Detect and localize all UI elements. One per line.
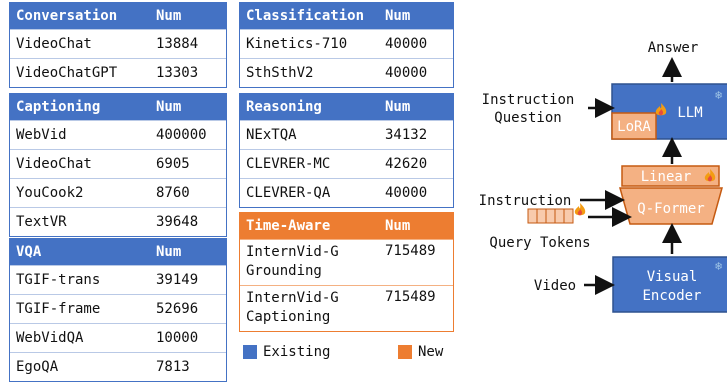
instruction-label: Instruction <box>479 193 572 209</box>
query-tokens-strip <box>527 208 574 224</box>
instruction-question-label-1: Instruction <box>482 92 575 108</box>
answer-label: Answer <box>648 40 699 56</box>
qformer-label: Q-Former <box>637 201 704 217</box>
video-label: Video <box>534 278 576 294</box>
lora-label: LoRA <box>617 119 651 135</box>
llm-label: LLM <box>677 105 702 121</box>
fire-icon <box>574 203 586 216</box>
architecture-diagram: Answer LLM ❄ LoRA Instruction Question L… <box>479 40 727 313</box>
snowflake-icon: ❄ <box>715 259 722 273</box>
visual-encoder-label-1: Visual <box>647 269 698 285</box>
snowflake-icon: ❄ <box>715 88 722 102</box>
visual-encoder-label-2: Encoder <box>642 288 701 304</box>
linear-label: Linear <box>641 169 692 185</box>
query-tokens-label: Query Tokens <box>489 235 590 251</box>
instruction-question-label-2: Question <box>494 110 561 126</box>
